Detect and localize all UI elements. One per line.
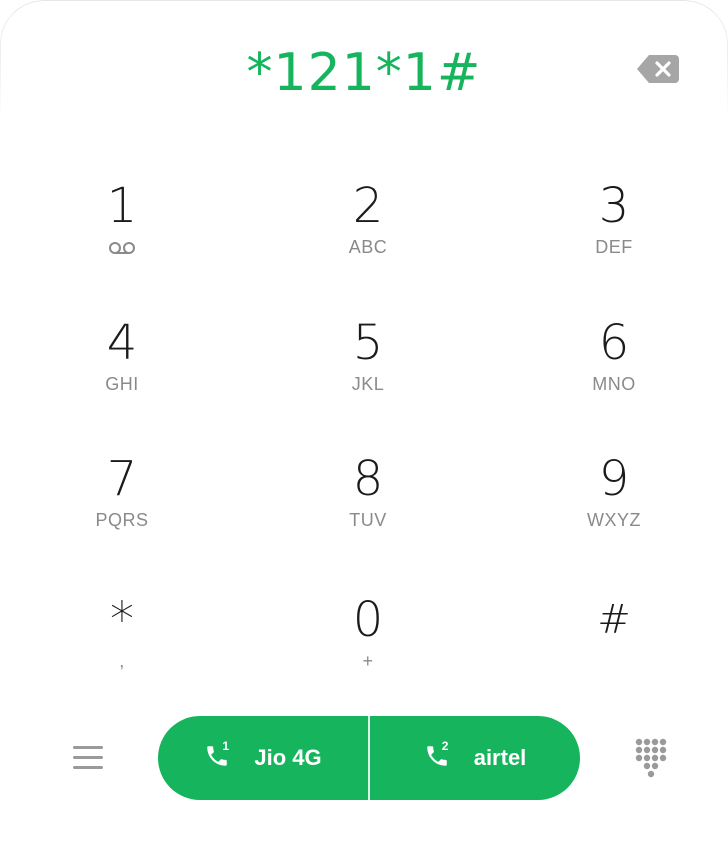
call-sim2-button[interactable]: 2 airtel bbox=[370, 716, 580, 800]
phone-icon: 1 bbox=[204, 739, 234, 773]
key-0[interactable]: 0 + bbox=[293, 592, 443, 712]
backspace-icon bbox=[637, 55, 679, 83]
dialer-screen: *121*1# 1 2 ABC 3 DEF 4 GHI 5 JKL 6 MNO bbox=[0, 0, 728, 856]
key-7[interactable]: 7 PQRS bbox=[47, 451, 197, 571]
key-letters: ABC bbox=[348, 237, 388, 257]
key-letters: JKL bbox=[351, 374, 385, 394]
key-5[interactable]: 5 JKL bbox=[293, 315, 443, 435]
key-hash[interactable]: # bbox=[539, 592, 689, 712]
key-digit: 2 bbox=[352, 178, 384, 234]
backspace-button[interactable] bbox=[634, 52, 682, 86]
key-letters: , bbox=[119, 651, 125, 671]
key-digit: * bbox=[110, 592, 134, 648]
dialpad-icon bbox=[635, 738, 667, 778]
sim-slot-number: 2 bbox=[441, 739, 449, 753]
sim-slot-number: 1 bbox=[222, 739, 230, 753]
key-digit: 6 bbox=[598, 315, 630, 371]
key-letters: DEF bbox=[595, 237, 633, 257]
sim2-label: airtel bbox=[473, 745, 527, 770]
key-star[interactable]: * , bbox=[47, 592, 197, 712]
menu-button[interactable] bbox=[68, 740, 108, 776]
key-digit: 7 bbox=[106, 451, 138, 507]
key-digit: # bbox=[597, 597, 631, 643]
key-letters: MNO bbox=[592, 374, 636, 394]
call-sim1-button[interactable]: 1 Jio 4G bbox=[158, 716, 368, 800]
key-digit: 5 bbox=[352, 315, 384, 371]
key-digit: 3 bbox=[598, 178, 630, 234]
key-letters: + bbox=[362, 651, 374, 671]
key-digit: 4 bbox=[106, 315, 138, 371]
key-9[interactable]: 9 WXYZ bbox=[539, 451, 689, 571]
call-buttons: 1 Jio 4G 2 airtel bbox=[158, 716, 580, 800]
voicemail-icon bbox=[109, 242, 135, 254]
key-letters bbox=[539, 650, 689, 672]
dialed-number-display[interactable]: *121*1# bbox=[120, 38, 608, 108]
key-digit: 1 bbox=[106, 178, 138, 234]
key-letters: PQRS bbox=[95, 510, 149, 530]
key-digit: 8 bbox=[352, 451, 384, 507]
key-6[interactable]: 6 MNO bbox=[539, 315, 689, 435]
menu-icon bbox=[73, 746, 103, 769]
key-1[interactable]: 1 bbox=[47, 178, 197, 298]
key-8[interactable]: 8 TUV bbox=[293, 451, 443, 571]
sim1-label: Jio 4G bbox=[254, 745, 322, 770]
key-4[interactable]: 4 GHI bbox=[47, 315, 197, 435]
key-2[interactable]: 2 ABC bbox=[293, 178, 443, 298]
phone-icon: 2 bbox=[424, 739, 454, 773]
key-letters: TUV bbox=[349, 510, 387, 530]
key-digit: 0 bbox=[352, 592, 384, 648]
key-letters: GHI bbox=[105, 374, 139, 394]
key-digit: 9 bbox=[598, 451, 630, 507]
key-3[interactable]: 3 DEF bbox=[539, 178, 689, 298]
dialpad-toggle-button[interactable] bbox=[630, 736, 672, 780]
key-letters: WXYZ bbox=[587, 510, 641, 530]
